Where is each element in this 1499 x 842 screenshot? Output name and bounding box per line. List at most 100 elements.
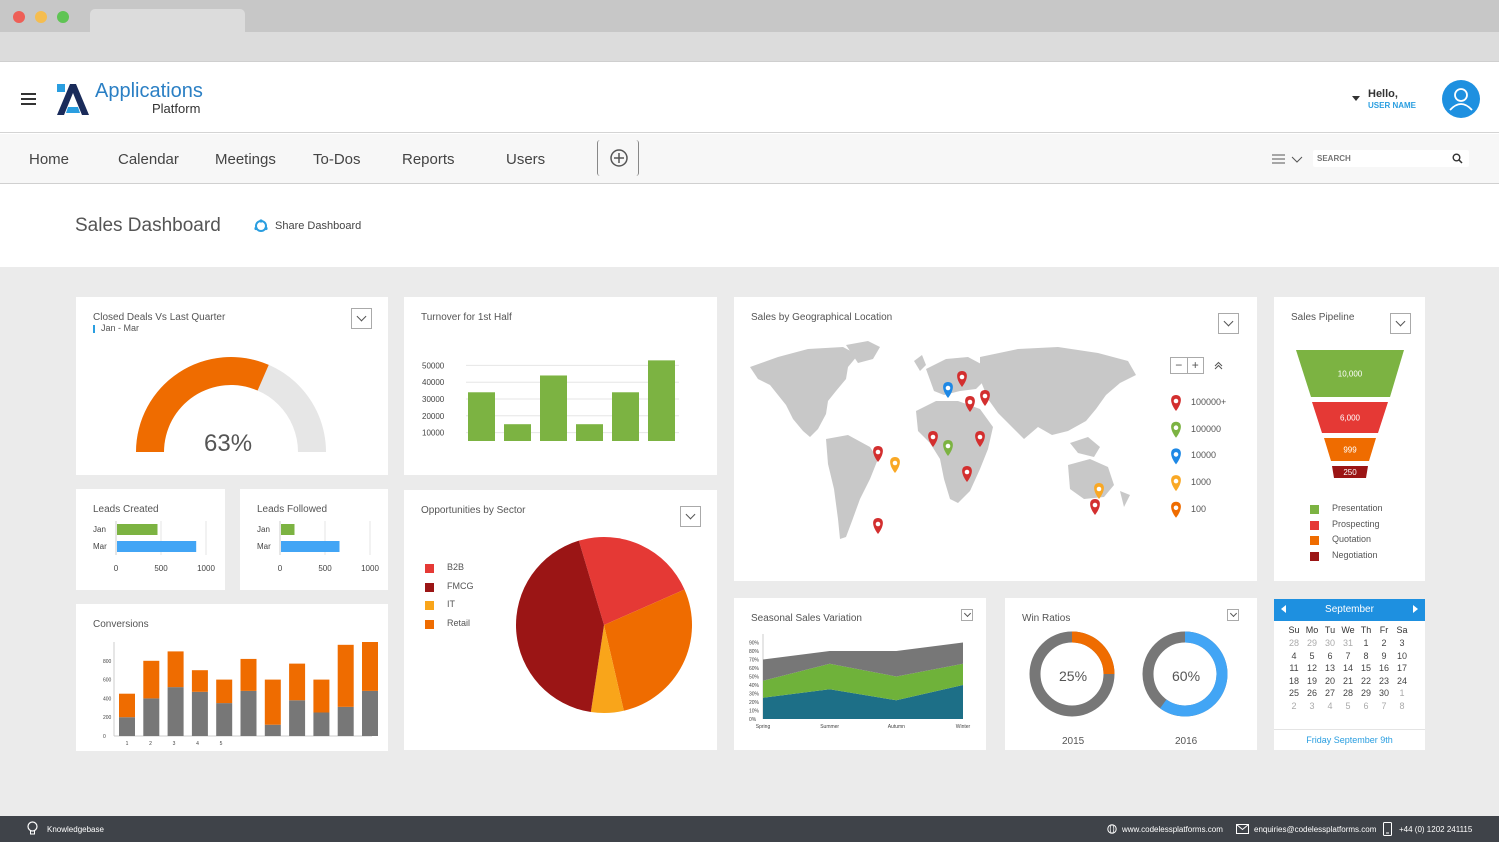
calendar-day[interactable]: 4 bbox=[1285, 650, 1303, 663]
opportunities-card: Opportunities by Sector B2B FMCG IT Retail bbox=[404, 490, 717, 750]
calendar-day[interactable]: 22 bbox=[1357, 675, 1375, 688]
calendar-day[interactable]: 4 bbox=[1321, 700, 1339, 713]
calendar-day[interactable]: 8 bbox=[1393, 700, 1411, 713]
list-menu-icon[interactable] bbox=[1271, 154, 1305, 165]
calendar-day[interactable]: 20 bbox=[1321, 675, 1339, 688]
hamburger-menu-icon[interactable] bbox=[21, 93, 36, 105]
nav-home[interactable]: Home bbox=[29, 151, 69, 168]
calendar-day[interactable]: 5 bbox=[1339, 700, 1357, 713]
pipeline-dropdown[interactable] bbox=[1390, 313, 1411, 334]
calendar-day[interactable]: 1 bbox=[1357, 637, 1375, 650]
calendar-header: September bbox=[1274, 599, 1425, 621]
nav-meetings[interactable]: Meetings bbox=[215, 151, 276, 168]
calendar-day[interactable]: 11 bbox=[1285, 662, 1303, 675]
calendar-day[interactable]: 9 bbox=[1375, 650, 1393, 663]
calendar-day[interactable]: 3 bbox=[1303, 700, 1321, 713]
x-tick-label: 5 bbox=[220, 741, 223, 747]
calendar-day[interactable]: 3 bbox=[1393, 637, 1411, 650]
calendar-day[interactable]: 24 bbox=[1393, 675, 1411, 688]
search-icon[interactable] bbox=[1452, 153, 1463, 164]
leads-created-title: Leads Created bbox=[93, 504, 159, 515]
calendar-day[interactable]: 31 bbox=[1339, 637, 1357, 650]
conversion-bar-grey bbox=[191, 691, 208, 736]
calendar-day[interactable]: 18 bbox=[1285, 675, 1303, 688]
calendar-day[interactable]: 6 bbox=[1357, 700, 1375, 713]
pipeline-title: Sales Pipeline bbox=[1291, 312, 1355, 323]
nav-users[interactable]: Users bbox=[506, 151, 545, 168]
hello-text: Hello, bbox=[1368, 88, 1398, 100]
selected-date[interactable]: Friday September 9th bbox=[1274, 735, 1425, 745]
user-dropdown-icon[interactable] bbox=[1352, 96, 1360, 101]
nav-calendar[interactable]: Calendar bbox=[118, 151, 179, 168]
calendar-day[interactable]: 30 bbox=[1375, 687, 1393, 700]
conversion-bar-orange bbox=[313, 679, 330, 713]
y-tick-label: 0% bbox=[749, 717, 757, 723]
calendar-day[interactable]: 14 bbox=[1339, 662, 1357, 675]
funnel-value: 10,000 bbox=[1338, 370, 1363, 379]
email-link[interactable]: enquiries@codelessplatforms.com bbox=[1254, 825, 1376, 834]
legend-swatch bbox=[1310, 536, 1319, 545]
browser-tab[interactable] bbox=[90, 9, 245, 33]
calendar-day[interactable]: 27 bbox=[1321, 687, 1339, 700]
close-window-icon[interactable] bbox=[13, 11, 25, 23]
pipeline-card: Sales Pipeline 10,000 6,000 999 250 Present… bbox=[1274, 297, 1425, 581]
calendar-day[interactable]: 28 bbox=[1285, 637, 1303, 650]
maximize-window-icon[interactable] bbox=[57, 11, 69, 23]
calendar-day[interactable]: 23 bbox=[1375, 675, 1393, 688]
calendar-day[interactable]: 1 bbox=[1393, 687, 1411, 700]
calendar-day[interactable]: 17 bbox=[1393, 662, 1411, 675]
share-icon[interactable] bbox=[254, 219, 268, 233]
calendar-day[interactable]: 6 bbox=[1321, 650, 1339, 663]
knowledgebase-link[interactable]: Knowledgebase bbox=[47, 825, 104, 834]
nav-todos[interactable]: To-Dos bbox=[313, 151, 361, 168]
nav-reports[interactable]: Reports bbox=[402, 151, 455, 168]
user-avatar-icon[interactable] bbox=[1441, 79, 1481, 119]
calendar-day[interactable]: 5 bbox=[1303, 650, 1321, 663]
share-dashboard-link[interactable]: Share Dashboard bbox=[275, 220, 361, 232]
map-pin-dot bbox=[1173, 452, 1179, 457]
weekday-label: Su bbox=[1288, 625, 1300, 635]
website-link[interactable]: www.codelessplatforms.com bbox=[1122, 825, 1223, 834]
turnover-title: Turnover for 1st Half bbox=[421, 312, 512, 323]
add-nav-button[interactable] bbox=[597, 140, 639, 176]
page-title: Sales Dashboard bbox=[75, 215, 221, 236]
calendar-day[interactable]: 12 bbox=[1303, 662, 1321, 675]
y-tick-label: 10000 bbox=[422, 429, 445, 438]
lead-bar bbox=[117, 524, 158, 535]
calendar-day[interactable]: 16 bbox=[1375, 662, 1393, 675]
calendar-day[interactable]: 7 bbox=[1375, 700, 1393, 713]
legend-swatch bbox=[425, 582, 434, 592]
calendar-day[interactable]: 10 bbox=[1393, 650, 1411, 663]
calendar-day[interactable]: 28 bbox=[1339, 687, 1357, 700]
calendar-day[interactable]: 15 bbox=[1357, 662, 1375, 675]
map-pin-dot bbox=[892, 460, 898, 466]
calendar-day[interactable]: 2 bbox=[1375, 637, 1393, 650]
legend-label: IT bbox=[447, 599, 455, 609]
calendar-day[interactable]: 25 bbox=[1285, 687, 1303, 700]
win-ratios-dropdown[interactable] bbox=[1227, 609, 1239, 621]
minimize-window-icon[interactable] bbox=[35, 11, 47, 23]
seasonal-dropdown[interactable] bbox=[961, 609, 973, 621]
calendar-day[interactable]: 19 bbox=[1303, 675, 1321, 688]
next-month-icon[interactable] bbox=[1413, 605, 1418, 613]
username[interactable]: USER NAME bbox=[1368, 101, 1416, 110]
closed-deals-period: Jan - Mar bbox=[101, 323, 140, 333]
search-box[interactable] bbox=[1313, 150, 1469, 167]
calendar-day[interactable]: 29 bbox=[1303, 637, 1321, 650]
calendar-day[interactable]: 30 bbox=[1321, 637, 1339, 650]
calendar-day[interactable]: 8 bbox=[1357, 650, 1375, 663]
conversions-title: Conversions bbox=[93, 619, 149, 630]
calendar-day[interactable]: 13 bbox=[1321, 662, 1339, 675]
map-pin-dot bbox=[1173, 505, 1179, 511]
calendar-day[interactable]: 7 bbox=[1339, 650, 1357, 663]
search-input[interactable] bbox=[1317, 152, 1447, 165]
weekday-label: We bbox=[1341, 625, 1355, 635]
calendar-day[interactable]: 2 bbox=[1285, 700, 1303, 713]
calendar-day[interactable]: 29 bbox=[1357, 687, 1375, 700]
calendar-day[interactable]: 26 bbox=[1303, 687, 1321, 700]
closed-deals-dropdown[interactable] bbox=[351, 308, 372, 329]
pipeline-funnel: 10,000 6,000 999 250 bbox=[1296, 350, 1404, 478]
win-ratios-donuts bbox=[1029, 631, 1228, 717]
calendar-day[interactable]: 21 bbox=[1339, 675, 1357, 688]
opportunities-dropdown[interactable] bbox=[680, 506, 701, 527]
